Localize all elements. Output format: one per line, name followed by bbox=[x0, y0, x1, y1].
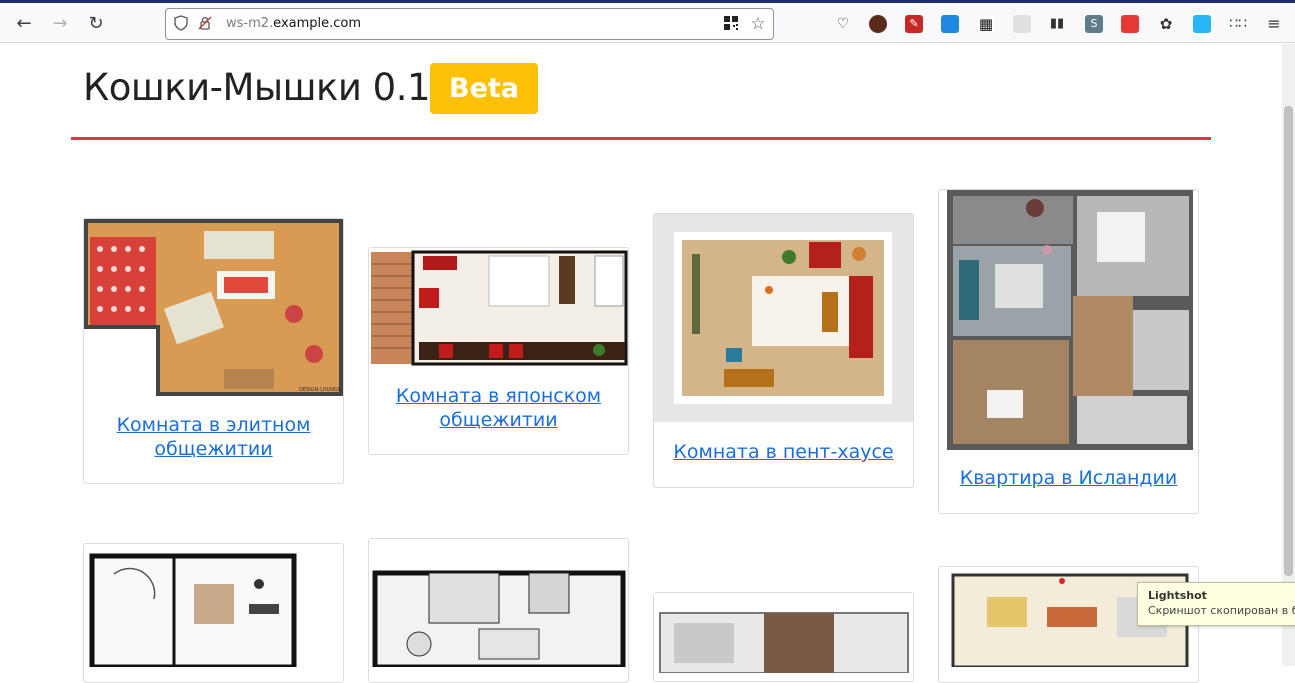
reload-icon: ↻ bbox=[88, 13, 104, 34]
floor-plan-image[interactable] bbox=[654, 593, 913, 673]
extension-flag-icon[interactable] bbox=[1121, 15, 1139, 33]
room-card[interactable]: Комната в пент-хаусе bbox=[653, 213, 914, 488]
card-title-link[interactable]: Комната в японском общежитии bbox=[369, 384, 628, 432]
star-icon[interactable]: ☆ bbox=[749, 15, 767, 33]
pocket-icon[interactable]: ♡ bbox=[834, 15, 852, 33]
extension-s-icon[interactable]: S bbox=[1085, 15, 1103, 33]
qr-code-icon[interactable] bbox=[722, 15, 740, 33]
room-card[interactable] bbox=[368, 538, 629, 683]
apps-grid-icon[interactable]: ∷∷ bbox=[1229, 15, 1247, 33]
shield-icon[interactable] bbox=[172, 15, 190, 33]
floor-plan-image[interactable]: DESIGN-LOUNGE.RU bbox=[84, 219, 343, 396]
floor-plan-image[interactable] bbox=[947, 190, 1193, 450]
browser-toolbar: ← → ↻ ws-m2.example.com ☆ ♡ ✎ ▦ ▮▮ S ✿ ∷… bbox=[0, 3, 1295, 43]
extension-screenshot-icon[interactable] bbox=[1193, 15, 1211, 33]
room-card[interactable] bbox=[83, 543, 344, 683]
extension-avatar-icon[interactable] bbox=[869, 15, 887, 33]
room-card[interactable]: DESIGN-LOUNGE.RU Комната в элитном общеж… bbox=[83, 218, 344, 484]
floor-plan-image[interactable] bbox=[84, 544, 343, 667]
room-card[interactable] bbox=[653, 592, 914, 682]
notification-text: Скриншот скопирован в буфе bbox=[1148, 604, 1295, 617]
extension-book-icon[interactable] bbox=[941, 15, 959, 33]
address-bar[interactable]: ws-m2.example.com ☆ bbox=[165, 8, 774, 40]
extension-bars-icon[interactable]: ▮▮ bbox=[1048, 15, 1066, 33]
svg-text:DESIGN-LOUNGE.RU: DESIGN-LOUNGE.RU bbox=[299, 387, 343, 393]
card-title-link[interactable]: Комната в элитном общежитии bbox=[84, 413, 343, 461]
room-card[interactable]: Квартира в Исландии bbox=[938, 189, 1199, 514]
url-text[interactable]: ws-m2.example.com bbox=[226, 16, 361, 31]
extension-gray-icon[interactable] bbox=[1013, 15, 1031, 33]
permissions-icon[interactable] bbox=[196, 15, 214, 33]
reload-button[interactable]: ↻ bbox=[84, 12, 108, 36]
arrow-right-icon: → bbox=[52, 13, 68, 34]
card-title-link[interactable]: Комната в пент-хаусе bbox=[654, 440, 913, 464]
header-divider bbox=[71, 137, 1211, 140]
back-button[interactable]: ← bbox=[12, 12, 36, 36]
floor-plan-image[interactable] bbox=[654, 214, 913, 422]
extension-paw-icon[interactable]: ✿ bbox=[1157, 15, 1175, 33]
arrow-left-icon: ← bbox=[16, 13, 32, 34]
scrollbar[interactable] bbox=[1282, 44, 1295, 666]
beta-badge: Beta bbox=[430, 63, 538, 114]
scroll-thumb[interactable] bbox=[1284, 106, 1293, 576]
card-title-link[interactable]: Квартира в Исландии bbox=[939, 466, 1198, 490]
notification-title: Lightshot bbox=[1148, 589, 1207, 602]
floor-plan-image[interactable] bbox=[369, 539, 628, 667]
extension-grid-icon[interactable]: ▦ bbox=[977, 15, 995, 33]
room-card[interactable]: Комната в японском общежитии bbox=[368, 247, 629, 455]
floor-plan-image[interactable] bbox=[369, 248, 628, 368]
lightshot-notification: Lightshot Скриншот скопирован в буфе bbox=[1137, 582, 1295, 626]
page-title: Кошки-Мышки 0.1 bbox=[83, 66, 431, 109]
hamburger-menu-icon[interactable]: ≡ bbox=[1265, 15, 1283, 33]
forward-button[interactable]: → bbox=[48, 12, 72, 36]
extension-pen-icon[interactable]: ✎ bbox=[905, 15, 923, 33]
